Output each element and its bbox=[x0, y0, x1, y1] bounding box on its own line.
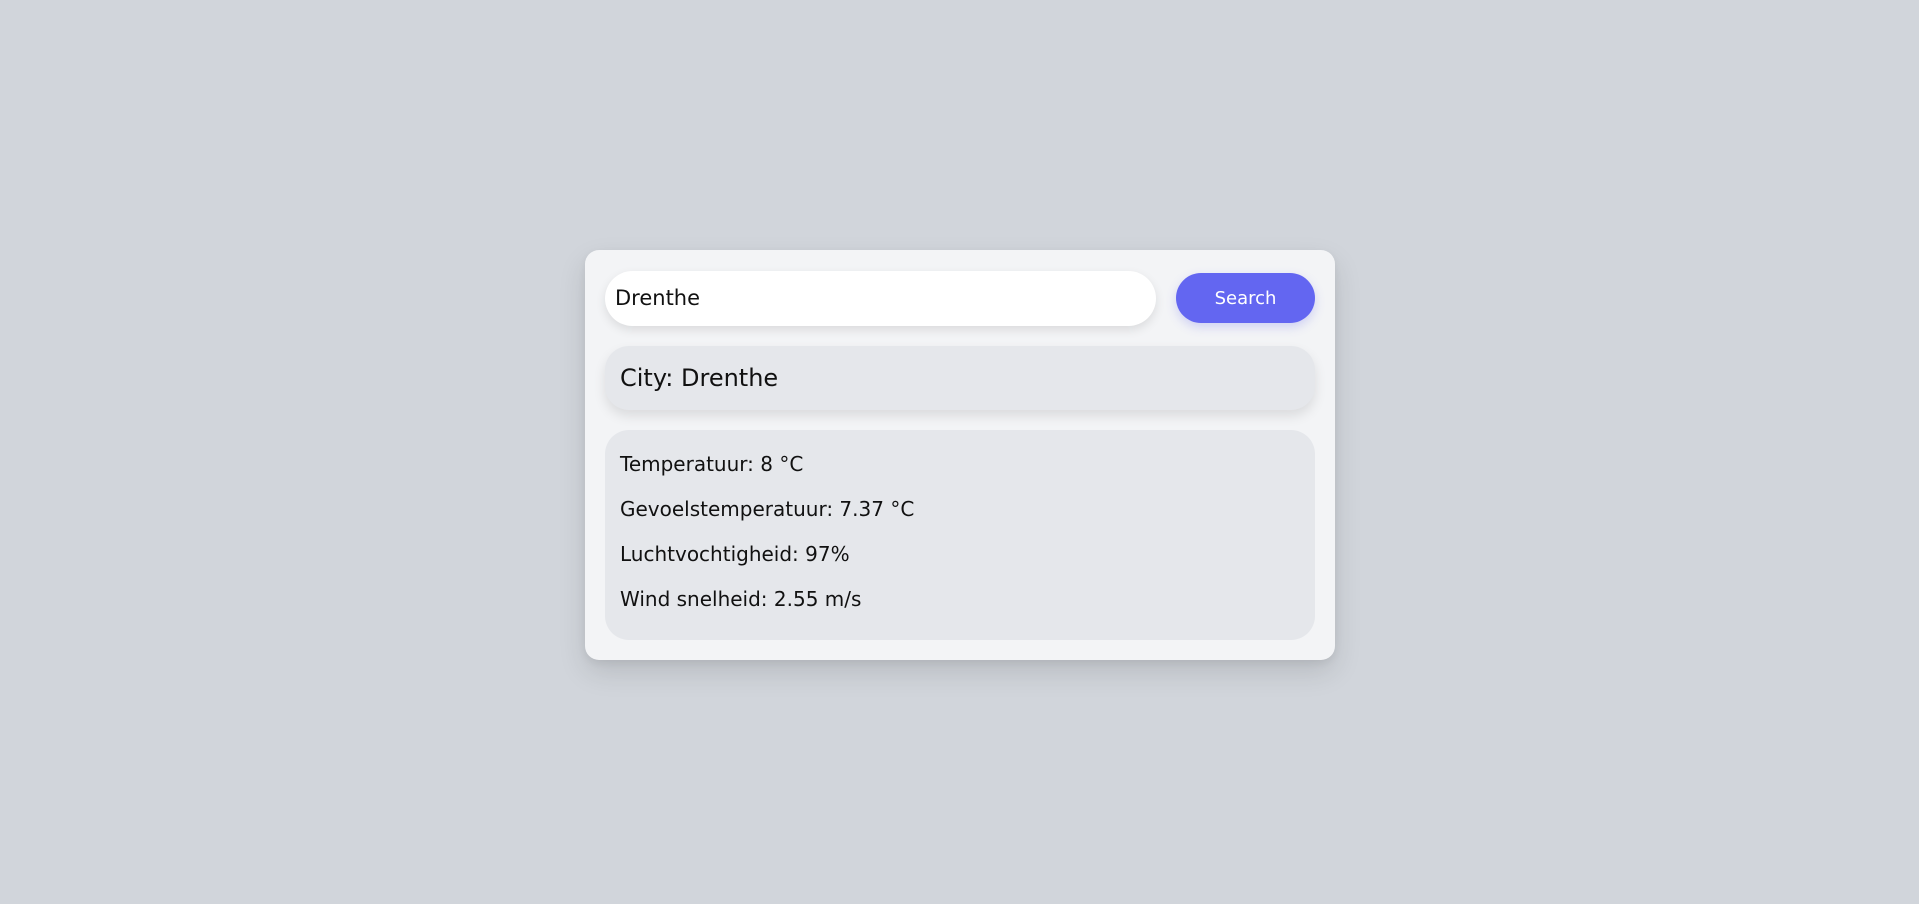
search-button[interactable]: Search bbox=[1176, 273, 1315, 323]
temperature-text: Temperatuur: 8 °C bbox=[620, 452, 804, 476]
city-panel: City: Drenthe bbox=[605, 346, 1315, 410]
weather-details-panel: Temperatuur: 8 °C Gevoelstemperatuur: 7.… bbox=[605, 430, 1315, 640]
weather-card: Search City: Drenthe Temperatuur: 8 °C G… bbox=[585, 250, 1335, 660]
city-search-input[interactable] bbox=[605, 270, 1156, 326]
humidity-text: Luchtvochtigheid: 97% bbox=[620, 542, 850, 566]
search-row: Search bbox=[605, 270, 1315, 326]
feels-like-text: Gevoelstemperatuur: 7.37 °C bbox=[620, 497, 915, 521]
city-name: City: Drenthe bbox=[620, 364, 779, 392]
wind-speed-text: Wind snelheid: 2.55 m/s bbox=[620, 587, 862, 611]
